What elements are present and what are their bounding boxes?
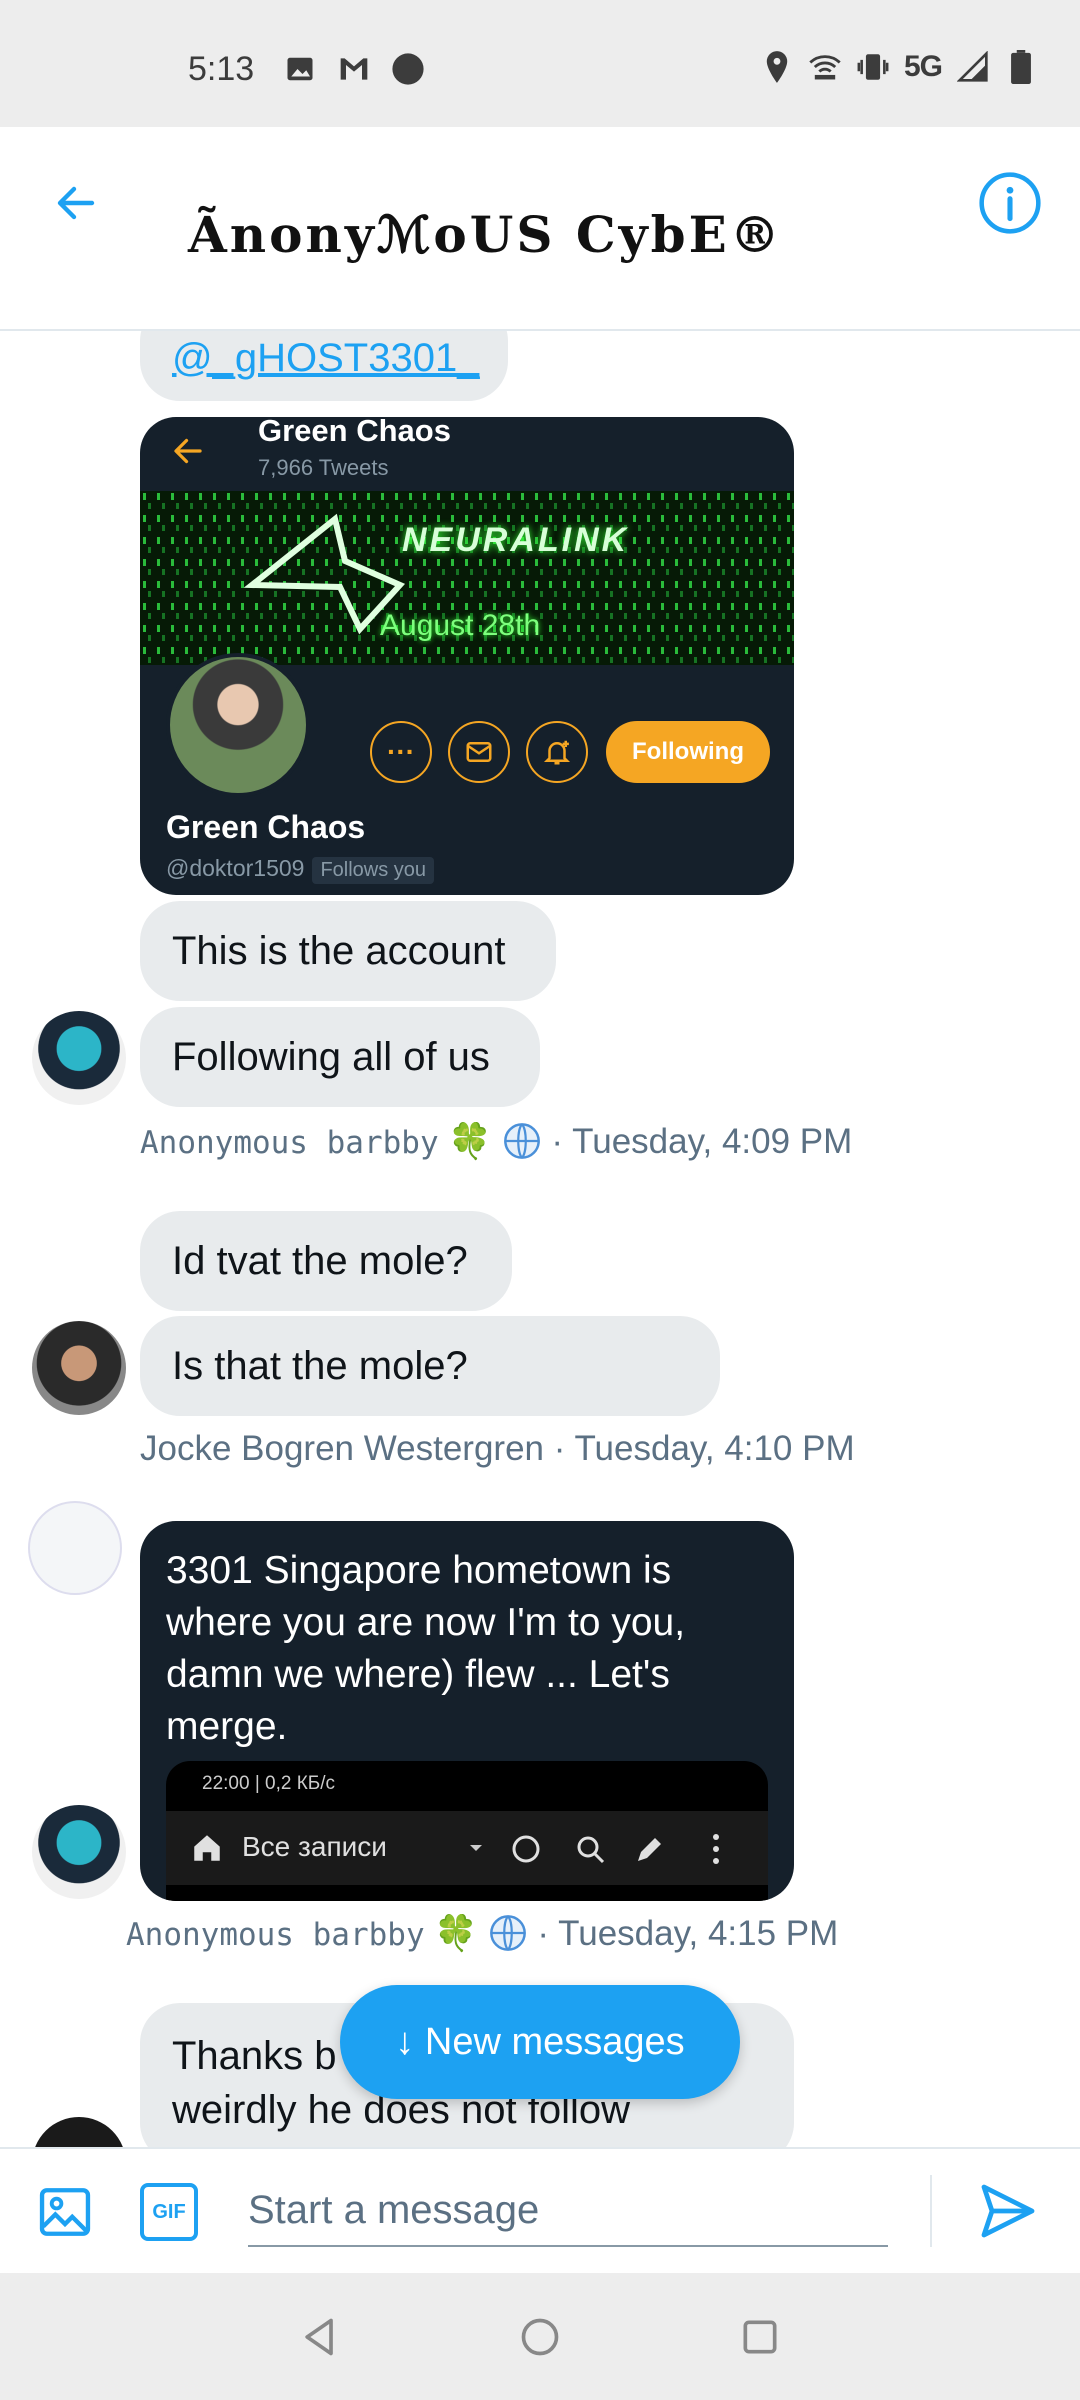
gif-button[interactable]: GIF: [140, 2183, 198, 2241]
sender-name: Anonymous barbby: [140, 1125, 439, 1161]
clover-emoji: 🍀: [448, 1122, 492, 1161]
image-button[interactable]: [36, 2183, 94, 2241]
new-messages-button[interactable]: ↓ New messages: [340, 1985, 740, 2099]
back-button[interactable]: [40, 167, 112, 239]
nav-recents-button[interactable]: [730, 2307, 790, 2367]
toolbar-actions-graphic: [470, 1834, 719, 1864]
notify-button[interactable]: [526, 721, 588, 783]
message-time: · Tuesday, 4:15 PM: [537, 1914, 839, 1953]
bell-plus-icon: [543, 740, 571, 765]
battery-icon: [1004, 50, 1038, 84]
message-meta: Jocke Bogren Westergren · Tuesday, 4:10 …: [140, 1429, 855, 1468]
image-notification-icon: [283, 52, 317, 86]
card-profile-handle: @doktor1509 Follows you: [166, 855, 435, 884]
arrow-left-icon: [57, 186, 95, 220]
circle-notification-icon: [391, 52, 425, 86]
message-bubble[interactable]: Is that the mole?: [140, 1316, 720, 1416]
message-time: · Tuesday, 4:09 PM: [551, 1122, 853, 1161]
avatar-anonymous-barbby[interactable]: [32, 1011, 126, 1105]
avatar-screenshot-user[interactable]: [28, 1501, 122, 1595]
message-composer: GIF: [0, 2147, 1080, 2273]
message-text: Following all of us: [172, 1034, 490, 1079]
message-bubble[interactable]: Id tvat the mole?: [140, 1211, 512, 1311]
gmail-icon: [337, 52, 371, 86]
info-circle-icon: [979, 172, 1041, 234]
screenshot-toolbar: Все записи: [166, 1811, 768, 1885]
message-bubble-dark[interactable]: 3301 Singapore hometown is where you are…: [140, 1521, 794, 1901]
hotspot-icon: [808, 50, 842, 84]
vibrate-icon: [856, 50, 890, 84]
profile-card[interactable]: Green Chaos 7,966 Tweets NEURALINK Augus…: [140, 417, 794, 895]
screenshot-title: Все записи: [242, 1831, 387, 1862]
message-list[interactable]: @_gHOST3301_ Green Chaos 7,966 Tweets NE…: [0, 331, 1080, 2147]
notification-icons: [283, 52, 425, 86]
banner-subtitle: August 28th: [380, 609, 541, 642]
home-icon: [194, 1835, 220, 1861]
send-button[interactable]: [976, 2179, 1040, 2243]
message-text: Id tvat the mole?: [172, 1238, 468, 1283]
more-button[interactable]: ···: [370, 721, 432, 783]
card-profile-name: Green Chaos: [166, 809, 366, 845]
globe-icon: [489, 1915, 526, 1951]
message-button[interactable]: [448, 721, 510, 783]
profile-avatar[interactable]: [166, 653, 310, 797]
location-icon: [760, 50, 794, 84]
clover-emoji: 🍀: [434, 1914, 478, 1953]
send-icon: [981, 2184, 1035, 2238]
system-nav-bar: [0, 2273, 1080, 2400]
circle-home-icon: [521, 2318, 559, 2356]
image-icon: [39, 2188, 91, 2236]
status-bar: 5:13 5G: [0, 0, 1080, 127]
square-recents-icon: [743, 2320, 777, 2354]
nav-back-button[interactable]: [290, 2307, 350, 2367]
card-back-icon: [174, 438, 202, 464]
card-top-bar: Green Chaos 7,966 Tweets: [140, 417, 794, 489]
mention-link[interactable]: @_gHOST3301_: [172, 336, 479, 381]
message-text: 3301 Singapore hometown is where you are…: [166, 1549, 686, 1748]
message-input[interactable]: [248, 2175, 888, 2247]
composer-divider: [930, 2175, 932, 2247]
message-text: Is that the mole?: [172, 1343, 468, 1388]
nav-home-button[interactable]: [510, 2307, 570, 2367]
info-button[interactable]: [976, 169, 1044, 237]
message-meta: Anonymous barbby 🍀 · Tuesday, 4:15 PM: [126, 1913, 838, 1954]
avatar-jocke[interactable]: [32, 1321, 126, 1415]
mention-bubble: @_gHOST3301_: [140, 331, 508, 401]
avatar-dark[interactable]: [32, 2117, 126, 2147]
shared-screenshot[interactable]: 22:00 | 0,2 КБ/с Все записи: [166, 1761, 768, 1901]
envelope-icon: [466, 742, 492, 762]
message-text-line: Thanks b: [172, 2034, 337, 2078]
signal-icon: [956, 50, 990, 84]
profile-banner: NEURALINK August 28th: [140, 491, 794, 665]
card-handle-text: @doktor1509: [166, 855, 305, 881]
message-bubble[interactable]: This is the account: [140, 901, 556, 1001]
status-time: 5:13: [188, 50, 255, 88]
banner-title: NEURALINK: [402, 521, 630, 559]
sender-name: Anonymous barbby: [126, 1917, 425, 1953]
avatar-anonymous-barbby[interactable]: [32, 1805, 126, 1899]
triangle-back-icon: [305, 2318, 333, 2356]
chat-title[interactable]: ÃnonyℳoUS CybE®: [188, 205, 783, 264]
following-button[interactable]: Following: [606, 721, 770, 783]
network-type: 5G: [903, 50, 943, 83]
card-title: Green Chaos: [258, 417, 451, 448]
follows-you-badge: Follows you: [312, 857, 435, 884]
chat-header: ÃnonyℳoUS CybE®: [0, 127, 1080, 331]
message-text: This is the account: [172, 928, 506, 973]
system-icons: 5G: [760, 50, 1038, 84]
screenshot-status: 22:00 | 0,2 КБ/с: [202, 1773, 336, 1794]
globe-icon: [503, 1123, 540, 1159]
message-bubble[interactable]: Following all of us: [140, 1007, 540, 1107]
card-tweet-count: 7,966 Tweets: [258, 455, 389, 480]
message-meta: Anonymous barbby 🍀 · Tuesday, 4:09 PM: [140, 1121, 852, 1162]
